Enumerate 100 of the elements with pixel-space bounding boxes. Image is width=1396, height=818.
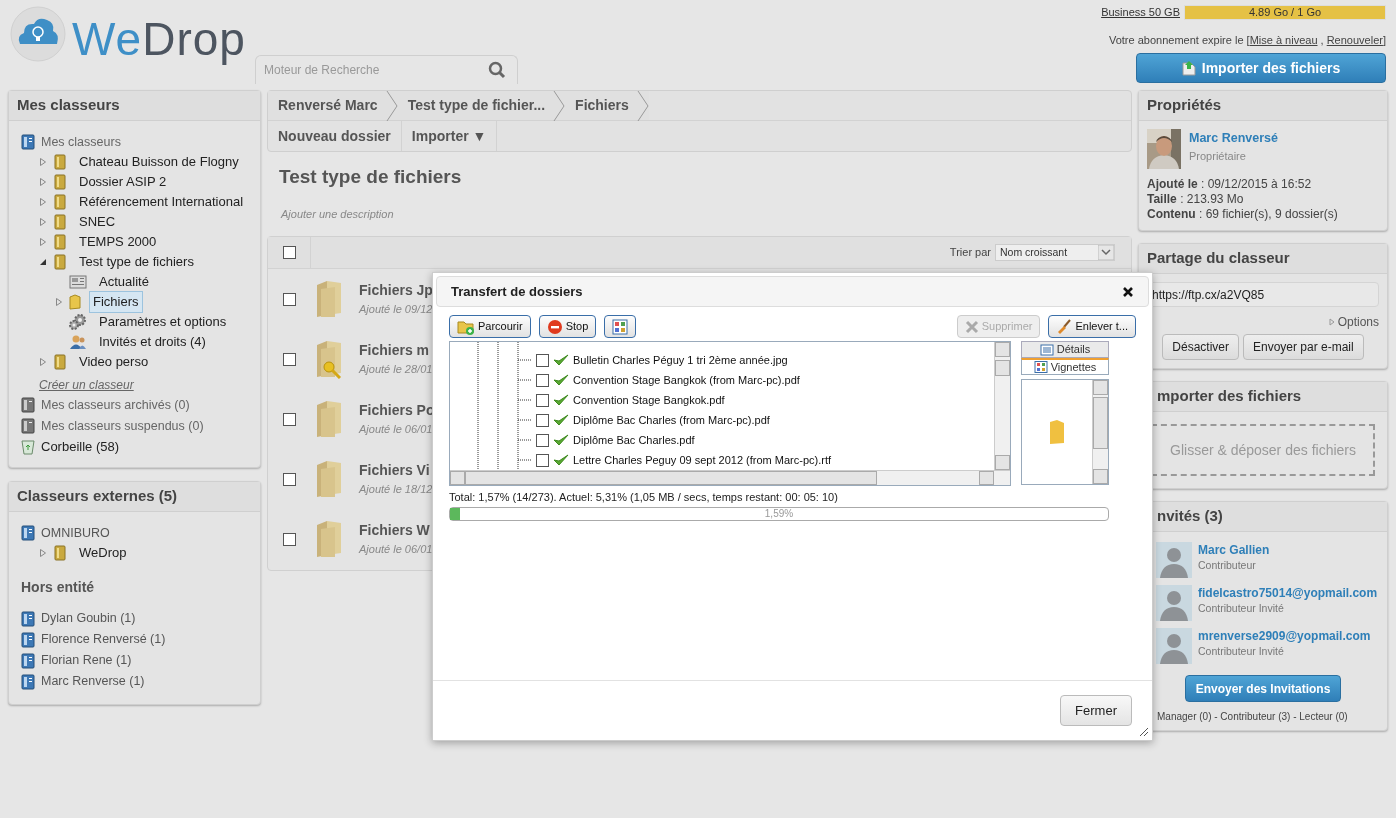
file-name[interactable]: Convention Stage Bangkok (from Marc-pc).pdf xyxy=(573,371,800,389)
checkbox[interactable] xyxy=(536,453,549,467)
tree-item[interactable]: Video perso xyxy=(75,351,153,373)
chevron-divider-icon xyxy=(553,91,566,121)
toolbar-button[interactable]: Stop xyxy=(538,315,597,338)
cloud-logo-icon xyxy=(10,6,66,62)
toolbar-button[interactable]: Nouveau dossier xyxy=(268,121,402,151)
file-name[interactable]: Fichiers Vi xyxy=(359,460,433,482)
expand-triangle-icon[interactable] xyxy=(39,548,47,558)
toolbar-button[interactable]: Enlever t... xyxy=(1048,315,1136,338)
broom-icon xyxy=(1056,318,1073,335)
checkbox[interactable] xyxy=(536,413,549,427)
horizontal-scrollbar[interactable] xyxy=(450,470,1010,485)
sidebar-link[interactable]: Marc Renverse (1) xyxy=(41,672,145,691)
folder-icon xyxy=(1049,419,1065,445)
file-name[interactable]: Lettre Charles Peguy 09 sept 2012 (from Marc-pc).rtf xyxy=(573,451,831,469)
sidebar-link[interactable]: Dylan Goubin (1) xyxy=(41,609,136,628)
toolbar-button[interactable]: Importer ▼ xyxy=(401,121,498,151)
folder-icon xyxy=(69,294,81,310)
create-link[interactable]: Créer un classeur xyxy=(39,376,134,394)
file-name[interactable]: Diplôme Bac Charles.pdf xyxy=(573,431,695,449)
tree-item[interactable]: Référencement International xyxy=(75,191,248,213)
vertical-scrollbar[interactable] xyxy=(1092,380,1108,484)
server-icon xyxy=(21,610,35,627)
file-name[interactable]: Diplôme Bac Charles (from Marc-pc).pdf xyxy=(573,411,770,429)
guest-role: Contributeur xyxy=(1198,558,1257,573)
checkbox[interactable] xyxy=(283,292,296,306)
role-summary: Manager (0) - Contributeur (3) - Lecteur (0) xyxy=(1156,710,1349,724)
sort-label: Trier par xyxy=(949,245,991,261)
tree-item[interactable]: Chateau Buisson de Flogny xyxy=(75,151,243,173)
options-link[interactable]: Options xyxy=(1328,313,1379,331)
tree-item[interactable]: Paramètres et options xyxy=(95,311,231,333)
tree-item[interactable]: Invités et droits (4) xyxy=(95,331,210,353)
tree-root[interactable]: OMNIBURO xyxy=(41,523,110,543)
binder-icon xyxy=(53,194,67,210)
expand-triangle-icon[interactable] xyxy=(39,177,47,187)
sidebar-link[interactable]: Mes classeurs suspendus (0) xyxy=(41,416,204,436)
binder-icon xyxy=(53,545,67,561)
tree-item[interactable]: Actualité xyxy=(95,271,153,293)
share-button[interactable]: Envoyer par e-mail xyxy=(1243,334,1364,360)
file-name[interactable]: Fichiers W xyxy=(359,520,433,542)
expand-triangle-icon[interactable] xyxy=(39,197,47,207)
view-tab[interactable]: Détails xyxy=(1021,341,1109,358)
recycle-bin-icon xyxy=(21,439,35,455)
view-toggle-button[interactable] xyxy=(604,315,637,338)
subscription-link[interactable]: Renouveler xyxy=(1326,33,1383,46)
checkbox[interactable] xyxy=(283,532,296,546)
expand-triangle-icon[interactable] xyxy=(39,217,47,227)
close-icon[interactable] xyxy=(1122,285,1134,298)
vertical-scrollbar[interactable] xyxy=(994,342,1010,470)
tree-root[interactable]: Mes classeurs xyxy=(41,132,121,152)
expand-triangle-icon[interactable] xyxy=(39,357,47,367)
expand-triangle-icon[interactable] xyxy=(39,237,47,247)
sort-dropdown[interactable]: Nom croissant xyxy=(995,244,1115,261)
file-name[interactable]: Fichiers Jp xyxy=(359,280,433,302)
file-name[interactable]: Fichiers m xyxy=(359,340,433,362)
file-date: Ajouté le 18/12 xyxy=(359,482,433,498)
tree-item[interactable]: TEMPS 2000 xyxy=(75,231,161,253)
expand-triangle-icon[interactable] xyxy=(39,157,47,167)
transfer-status: Total: 1,57% (14/273). Actuel: 5,31% (1,05 MB / secs, temps restant: 00: 05: 10) xyxy=(449,490,839,505)
checkbox[interactable] xyxy=(536,433,549,447)
checkbox[interactable] xyxy=(536,353,549,367)
checkbox[interactable] xyxy=(283,412,296,426)
expand-triangle-icon[interactable] xyxy=(55,297,63,307)
tree-item[interactable]: Fichiers xyxy=(89,291,143,313)
gears-icon xyxy=(69,314,87,330)
tree-branch-line xyxy=(518,399,532,401)
checkbox[interactable] xyxy=(283,472,296,486)
sidebar-link[interactable]: Florence Renversé (1) xyxy=(41,630,166,649)
collapse-triangle-icon[interactable] xyxy=(39,257,47,267)
binder-icon xyxy=(53,214,67,230)
tree-item[interactable]: Dossier ASIP 2 xyxy=(75,171,171,193)
share-button[interactable]: Désactiver xyxy=(1162,334,1239,360)
panel-title: Mes classeurs xyxy=(17,95,120,116)
plan-link[interactable]: Business 50 GB xyxy=(1101,4,1180,21)
tree-branch-line xyxy=(518,359,532,361)
folder-add-icon xyxy=(457,318,475,335)
toolbar-button[interactable]: Parcourir xyxy=(449,315,531,338)
file-name[interactable]: Bulletin Charles Péguy 1 tri 2ème année.jpg xyxy=(573,351,788,369)
checkbox[interactable] xyxy=(536,373,549,387)
resize-grip-icon xyxy=(1139,727,1149,737)
tree-item[interactable]: Test type de fichiers xyxy=(75,251,198,273)
breadcrumb-link[interactable]: Renversé Marc xyxy=(268,91,398,120)
binder-icon xyxy=(53,354,67,370)
progress-label: 1,59% xyxy=(764,507,794,521)
tree-item[interactable]: WeDrop xyxy=(75,542,131,564)
close-button[interactable]: Fermer xyxy=(1060,695,1132,726)
server-icon xyxy=(21,525,35,541)
file-name[interactable]: Convention Stage Bangkok.pdf xyxy=(573,391,725,409)
caret-icon xyxy=(1098,245,1114,260)
sidebar-link[interactable]: Corbeille (58) xyxy=(41,437,120,457)
sidebar-link[interactable]: Mes classeurs archivés (0) xyxy=(41,395,190,415)
checkbox[interactable] xyxy=(536,393,549,407)
select-all-checkbox[interactable] xyxy=(282,246,296,259)
checkbox[interactable] xyxy=(283,352,296,366)
tree-item[interactable]: SNEC xyxy=(75,211,120,233)
sidebar-link[interactable]: Florian Rene (1) xyxy=(41,651,132,670)
search-field[interactable]: Moteur de Recherche xyxy=(255,55,518,84)
view-tab[interactable]: Vignettes xyxy=(1021,358,1109,375)
avatar-icon xyxy=(1156,542,1192,578)
